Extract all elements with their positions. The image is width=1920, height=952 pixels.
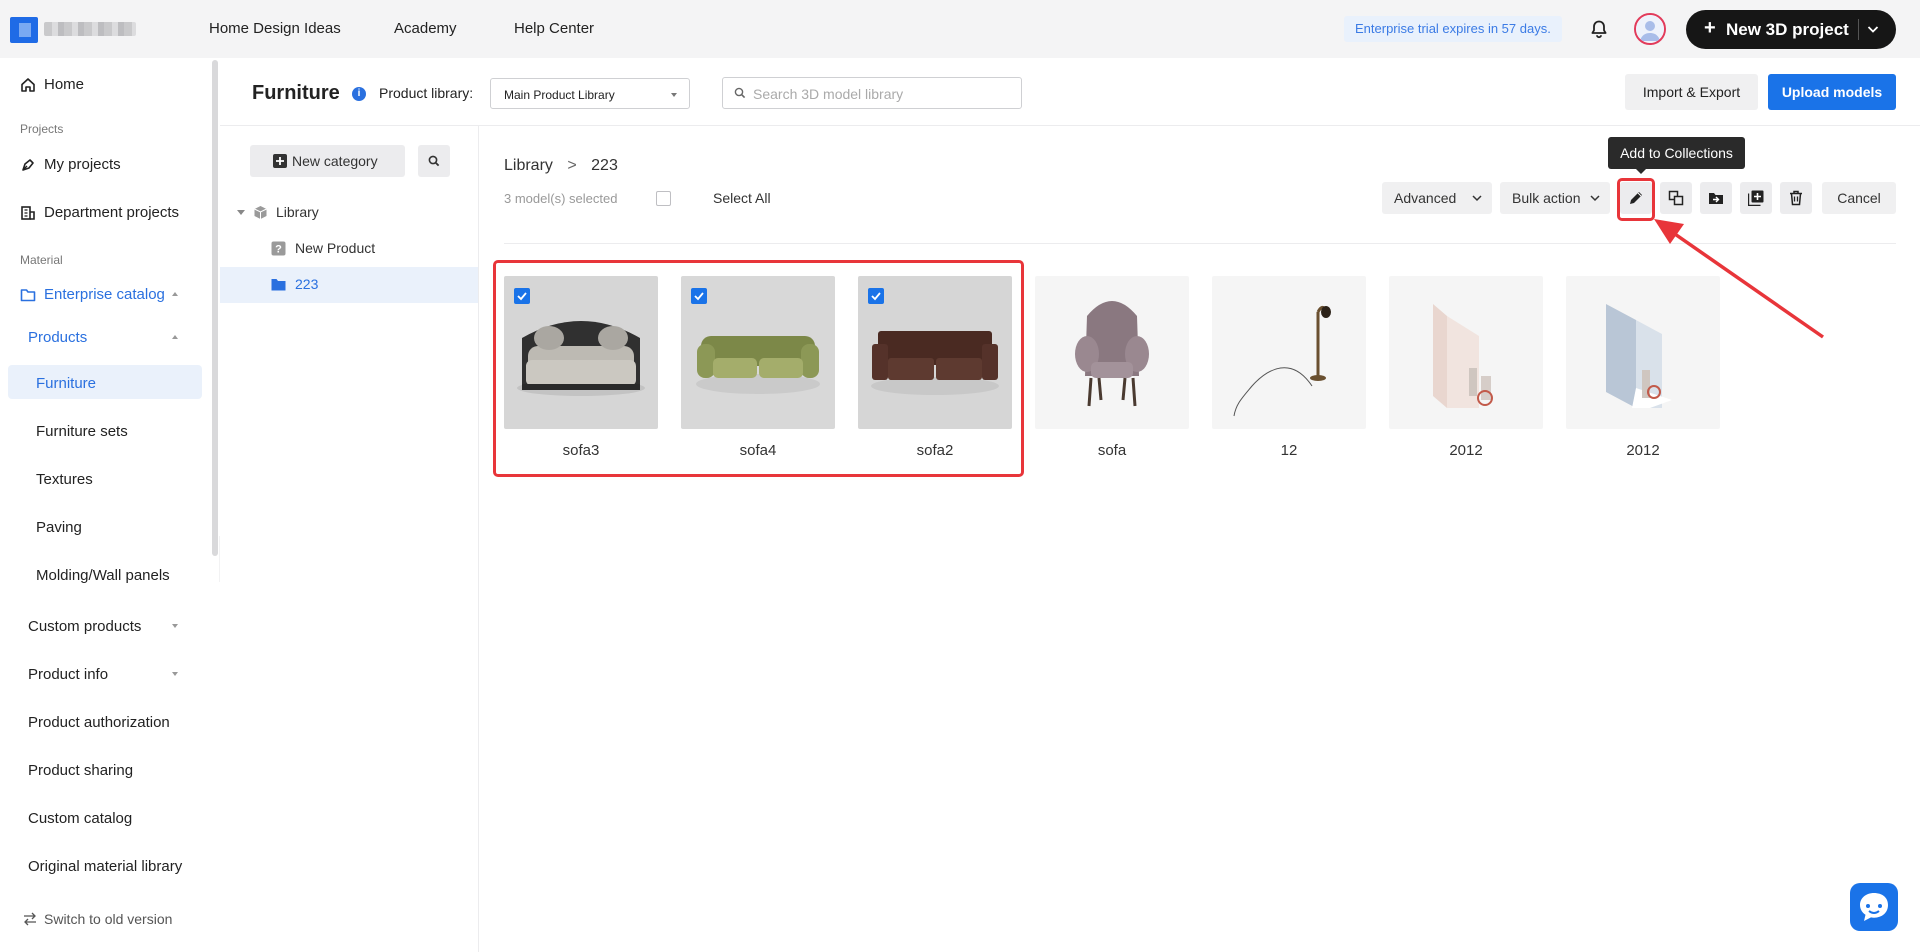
check-icon bbox=[694, 292, 704, 301]
product-library-label: Product library: bbox=[379, 85, 474, 101]
add-to-collections-button[interactable] bbox=[1740, 182, 1772, 214]
breadcrumb: Library > 223 bbox=[504, 157, 618, 175]
building-icon bbox=[20, 205, 36, 221]
search-icon bbox=[428, 155, 440, 167]
pen-tool-icon bbox=[20, 157, 36, 173]
breadcrumb-current: 223 bbox=[591, 157, 618, 174]
brand-name-blurred bbox=[44, 22, 136, 36]
add-folder-icon bbox=[272, 153, 288, 169]
notification-bell-icon[interactable] bbox=[1588, 18, 1610, 40]
switch-icon bbox=[22, 912, 38, 928]
new-category-button[interactable]: New category bbox=[250, 145, 405, 177]
trash-icon bbox=[1790, 190, 1802, 206]
caret-down-icon bbox=[172, 672, 178, 676]
breadcrumb-separator: > bbox=[567, 157, 577, 174]
model-name: sofa3 bbox=[562, 442, 600, 459]
search-icon bbox=[734, 87, 746, 99]
advanced-dropdown[interactable]: Advanced bbox=[1382, 182, 1492, 214]
upload-models-button[interactable]: Upload models bbox=[1768, 74, 1896, 110]
model-thumbnail bbox=[1566, 276, 1720, 429]
plus-icon: + bbox=[1704, 17, 1716, 39]
folder-icon bbox=[271, 278, 286, 291]
user-avatar[interactable] bbox=[1634, 13, 1666, 45]
model-search[interactable] bbox=[722, 77, 1022, 109]
tree-expand-icon[interactable] bbox=[237, 210, 245, 215]
folder-icon bbox=[20, 287, 36, 303]
chevron-down-icon bbox=[1472, 194, 1482, 202]
category-search-button[interactable] bbox=[418, 145, 450, 177]
add-collection-icon bbox=[1748, 190, 1764, 206]
model-checkbox[interactable] bbox=[691, 288, 707, 304]
unknown-category-icon: ? bbox=[271, 241, 286, 256]
move-icon bbox=[1709, 193, 1723, 204]
selected-count: 3 model(s) selected bbox=[504, 191, 618, 206]
checkbox-box[interactable] bbox=[656, 191, 671, 206]
cancel-button[interactable]: Cancel bbox=[1822, 182, 1896, 214]
caret-up-icon bbox=[172, 292, 178, 296]
model-thumbnail bbox=[1035, 276, 1189, 429]
trial-notice[interactable]: Enterprise trial expires in 57 days. bbox=[1344, 16, 1562, 42]
home-icon bbox=[20, 77, 36, 93]
chevron-down-icon[interactable] bbox=[1866, 22, 1880, 36]
dropdown-triangle-icon bbox=[671, 93, 677, 97]
model-name: sofa4 bbox=[739, 442, 777, 459]
copy-button[interactable] bbox=[1660, 182, 1692, 214]
caret-up-icon bbox=[172, 335, 178, 339]
category-panel-divider bbox=[478, 126, 479, 952]
sidebar-scrollbar[interactable] bbox=[212, 60, 218, 556]
tree-item-library[interactable]: Library bbox=[220, 195, 478, 231]
model-name: 2012 bbox=[1626, 442, 1660, 459]
model-name: sofa bbox=[1097, 442, 1127, 459]
edit-button[interactable] bbox=[1620, 182, 1652, 214]
chevron-down-icon bbox=[1590, 194, 1600, 202]
svg-text:?: ? bbox=[275, 244, 282, 256]
bulk-action-dropdown[interactable]: Bulk action bbox=[1500, 182, 1610, 214]
model-name: sofa2 bbox=[916, 442, 954, 459]
model-checkbox[interactable] bbox=[868, 288, 884, 304]
caret-down-icon bbox=[172, 624, 178, 628]
sidebar-section-material: Material bbox=[20, 253, 63, 267]
brand-logo[interactable] bbox=[10, 17, 38, 43]
breadcrumb-library[interactable]: Library bbox=[504, 157, 553, 174]
top-bar: Home Design Ideas Academy Help Center En… bbox=[0, 0, 1920, 58]
page-title: Furniture bbox=[252, 82, 340, 104]
model-thumbnail bbox=[1389, 276, 1543, 429]
search-input[interactable] bbox=[753, 84, 1013, 104]
check-icon bbox=[871, 292, 881, 301]
model-thumbnail bbox=[1212, 276, 1366, 429]
model-checkbox[interactable] bbox=[514, 288, 530, 304]
product-library-select[interactable]: Main Product Library bbox=[490, 78, 690, 109]
new-3d-project-button[interactable]: + New 3D project bbox=[1686, 10, 1896, 49]
sidebar-section-projects: Projects bbox=[20, 122, 64, 136]
info-icon[interactable]: i bbox=[352, 87, 366, 101]
tooltip: Add to Collections bbox=[1608, 137, 1745, 174]
nav-home-design-ideas[interactable]: Home Design Ideas bbox=[209, 20, 341, 37]
chat-bubble-icon bbox=[1860, 893, 1888, 921]
nav-help-center[interactable]: Help Center bbox=[514, 20, 594, 37]
toolbar-divider bbox=[504, 243, 1896, 244]
model-name: 2012 bbox=[1449, 442, 1483, 459]
copy-icon bbox=[1668, 190, 1684, 206]
delete-button[interactable] bbox=[1780, 182, 1812, 214]
tree-item-new-product[interactable]: ? New Product bbox=[220, 231, 478, 267]
import-export-button[interactable]: Import & Export bbox=[1625, 74, 1758, 110]
pencil-icon bbox=[1630, 192, 1642, 204]
nav-academy[interactable]: Academy bbox=[394, 20, 457, 37]
move-button[interactable] bbox=[1700, 182, 1732, 214]
model-name: 12 bbox=[1280, 442, 1298, 459]
tree-item-223[interactable]: 223 bbox=[220, 267, 478, 303]
cube-icon bbox=[253, 205, 268, 220]
chat-support-button[interactable] bbox=[1850, 883, 1898, 931]
check-icon bbox=[517, 292, 527, 301]
